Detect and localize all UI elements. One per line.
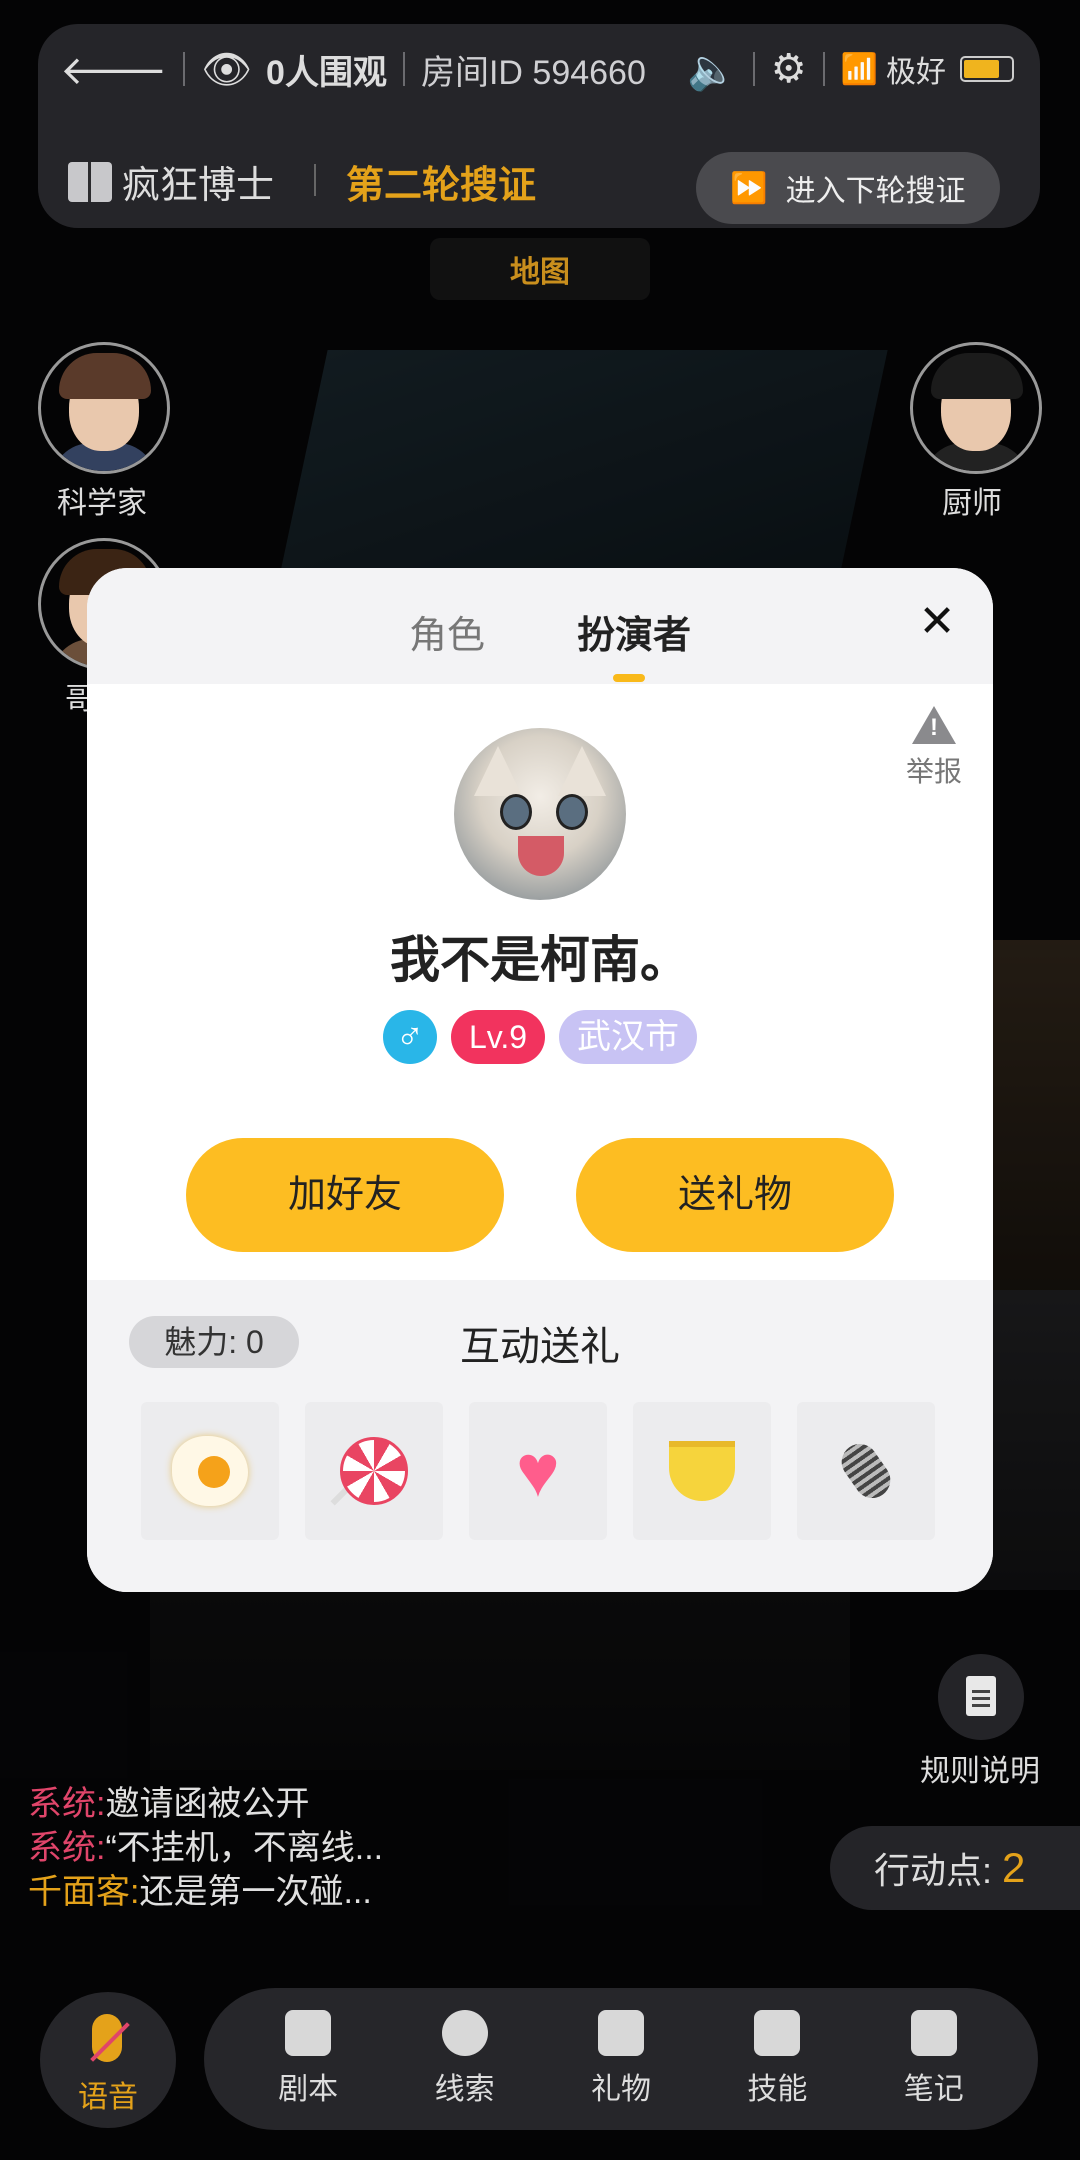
modal-tabs: 角色 扮演者 ✕ (87, 568, 993, 684)
nav-label: 技能 (747, 2073, 808, 2106)
key-icon (441, 2010, 488, 2056)
nav-label: 线索 (434, 2073, 495, 2106)
nav-script[interactable]: 剧本 (248, 2010, 368, 2108)
close-icon[interactable]: ✕ (911, 596, 963, 648)
level-badge: Lv.9 (450, 1010, 546, 1064)
player-name-chef: 厨师 (942, 487, 1002, 520)
spectator-count: 0人围观 (266, 53, 387, 92)
chat-message: 千面客:还是第一次碰... (28, 1870, 588, 1914)
divider (752, 52, 755, 86)
chat-text: 邀请函被公开 (105, 1785, 310, 1823)
nav-label: 礼物 (590, 2073, 651, 2106)
add-friend-button[interactable]: 加好友 (186, 1138, 504, 1252)
player-avatar-chef[interactable] (910, 342, 1042, 474)
send-gift-button[interactable]: 送礼物 (576, 1138, 894, 1252)
gift-winged-heart[interactable]: ♥ (469, 1402, 607, 1540)
tab-actor[interactable]: 扮演者 (577, 604, 691, 659)
chat-sender: 系统: (28, 1785, 106, 1823)
report-button[interactable]: ! 举报 (899, 706, 969, 790)
gift-microphone[interactable] (797, 1402, 935, 1540)
notes-icon (910, 2010, 957, 2056)
divider (822, 52, 825, 86)
chat-text: 还是第一次碰... (139, 1873, 372, 1911)
nav-label: 笔记 (903, 2073, 964, 2106)
gift-box-icon (597, 2010, 644, 2056)
action-points: 行动点: 2 (830, 1826, 1080, 1910)
eye-icon: 👁 (201, 47, 253, 92)
player-avatar-scientist[interactable] (38, 342, 170, 474)
gift-fried-egg[interactable] (141, 1402, 279, 1540)
voice-label: 语音 (78, 2081, 138, 2114)
chat-message: 系统:邀请函被公开 (28, 1782, 588, 1826)
nav-label: 剧本 (278, 2073, 339, 2106)
gift-lollipop[interactable] (305, 1402, 443, 1540)
chat-message: 系统:“不挂机，不离线... (28, 1826, 588, 1870)
gift-list: ♥ (141, 1402, 935, 1540)
chat-sender: 系统: (28, 1829, 106, 1867)
username: 我不是柯南。 (390, 932, 690, 988)
hammer-icon (754, 2010, 801, 2056)
status-row: 🡐 👁 0人围观 房间ID 594660 🔈 ⚙ 📶 极好 (38, 24, 1040, 114)
gift-banana[interactable] (633, 1402, 771, 1540)
room-id: 房间ID 594660 (420, 53, 646, 92)
chat-log[interactable]: 系统:邀请函被公开 系统:“不挂机，不离线... 千面客:还是第一次碰... (28, 1782, 588, 1914)
divider (402, 52, 405, 86)
script-name-label: 疯狂博士 (122, 165, 275, 207)
player-profile-modal: 角色 扮演者 ✕ ! 举报 我不是柯南。 ♂ Lv.9 武汉市 加好友 送礼物 … (87, 568, 993, 1592)
bottom-nav: 剧本 线索 礼物 技能 笔记 (204, 1988, 1038, 2130)
divider (314, 164, 316, 196)
action-points-value: 2 (1002, 1844, 1026, 1891)
microphone-icon (834, 1436, 898, 1506)
rules-label: 规则说明 (920, 1755, 1040, 1788)
wifi-icon: 📶 (840, 52, 878, 86)
book-icon (285, 2010, 332, 2056)
round-label: 第二轮搜证 (346, 165, 537, 207)
user-badges: ♂ Lv.9 武汉市 (87, 1010, 993, 1064)
profile-card: ! 举报 我不是柯南。 ♂ Lv.9 武汉市 加好友 送礼物 (87, 684, 993, 1280)
back-arrow-icon[interactable]: 🡐 (60, 45, 167, 94)
book-icon (68, 161, 112, 202)
nav-skills[interactable]: 技能 (717, 2010, 837, 2108)
fast-forward-icon: ⏩ (730, 171, 768, 205)
warning-icon: ! (912, 706, 956, 744)
top-bar: 🡐 👁 0人围观 房间ID 594660 🔈 ⚙ 📶 极好 疯狂博士 第二轮搜证… (38, 24, 1040, 228)
city-badge: 武汉市 (559, 1010, 698, 1064)
fried-egg-icon (172, 1436, 248, 1506)
player-name-scientist: 科学家 (57, 487, 147, 520)
chat-sender: 千面客: (28, 1873, 140, 1911)
winged-heart-icon: ♥ (516, 1429, 560, 1512)
map-tab[interactable]: 地图 (430, 238, 650, 300)
report-label: 举报 (905, 756, 962, 787)
voice-button[interactable]: 语音 (40, 1992, 176, 2128)
battery-icon (960, 56, 1014, 82)
next-round-label: 进入下轮搜证 (785, 175, 966, 208)
next-round-button[interactable]: ⏩ 进入下轮搜证 (696, 152, 1000, 224)
chat-text: “不挂机，不离线... (105, 1829, 384, 1867)
user-avatar (454, 728, 626, 900)
script-row: 疯狂博士 第二轮搜证 ⏩ 进入下轮搜证 (38, 124, 1040, 224)
rules-button[interactable] (938, 1654, 1024, 1740)
action-points-label: 行动点: (874, 1850, 993, 1891)
lollipop-icon (340, 1437, 408, 1505)
charm-badge: 魅力: 0 (129, 1316, 299, 1368)
banana-icon (669, 1441, 735, 1501)
tab-role[interactable]: 角色 (409, 604, 485, 659)
signal-label: 极好 (886, 56, 946, 89)
script-title[interactable]: 疯狂博士 (68, 154, 274, 209)
document-icon (966, 1676, 996, 1716)
gear-icon[interactable]: ⚙ (771, 46, 807, 92)
nav-notes[interactable]: 笔记 (874, 2010, 994, 2108)
active-tab-indicator (613, 674, 645, 682)
male-icon: ♂ (382, 1010, 437, 1064)
nav-clues[interactable]: 线索 (405, 2010, 525, 2108)
divider (183, 52, 186, 86)
nav-gifts[interactable]: 礼物 (561, 2010, 681, 2108)
speaker-icon[interactable]: 🔈 (687, 46, 737, 93)
gift-panel: 互动送礼 魅力: 0 ♥ (87, 1280, 993, 1592)
